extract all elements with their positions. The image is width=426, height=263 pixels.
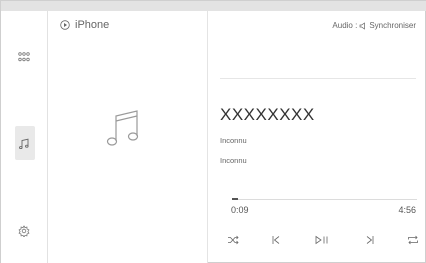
album-art-panel: iPhone (48, 11, 208, 263)
track-album: Inconnu (220, 156, 247, 165)
source-selector[interactable]: iPhone (60, 19, 109, 31)
shuffle-icon (228, 235, 239, 245)
playback-panel: Audio : Synchroniser XXXXXXXX Inconnu In… (208, 11, 426, 263)
divider (220, 78, 416, 79)
play-circle-icon (60, 20, 70, 30)
repeat-icon (408, 235, 418, 245)
total-time: 4:56 (398, 205, 416, 215)
progress-bar[interactable] (232, 199, 417, 200)
next-track-icon (366, 236, 374, 244)
sidebar-item-settings[interactable] (1, 213, 47, 249)
sync-label: Synchroniser (369, 21, 416, 30)
audio-sync-status[interactable]: Audio : Synchroniser (332, 21, 416, 30)
play-pause-button[interactable] (313, 231, 331, 249)
apps-grid-icon (18, 52, 30, 62)
source-label: iPhone (75, 19, 110, 31)
track-title: XXXXXXXX (220, 105, 315, 124)
sidebar-item-menu[interactable] (1, 39, 47, 75)
next-button[interactable] (361, 231, 379, 249)
elapsed-time: 0:09 (231, 205, 249, 215)
previous-button[interactable] (267, 231, 285, 249)
play-pause-icon (315, 235, 328, 245)
album-art-placeholder (106, 107, 140, 154)
previous-track-icon (272, 236, 280, 244)
sidebar (1, 11, 48, 263)
audio-screen: iPhone Audio : Synchroniser XXXXXXXX Inc… (0, 0, 426, 263)
audio-label: Audio : (332, 21, 358, 30)
speaker-icon (359, 21, 366, 30)
music-note-icon (19, 138, 29, 150)
repeat-button[interactable] (404, 231, 422, 249)
track-artist: Inconnu (220, 136, 247, 145)
sidebar-item-audio[interactable] (1, 126, 47, 162)
top-edge (1, 1, 426, 11)
shuffle-button[interactable] (224, 231, 242, 249)
progress-fill (232, 198, 238, 200)
playback-controls (224, 231, 420, 249)
music-note-large-icon (106, 110, 139, 146)
settings-gear-icon (18, 225, 30, 237)
